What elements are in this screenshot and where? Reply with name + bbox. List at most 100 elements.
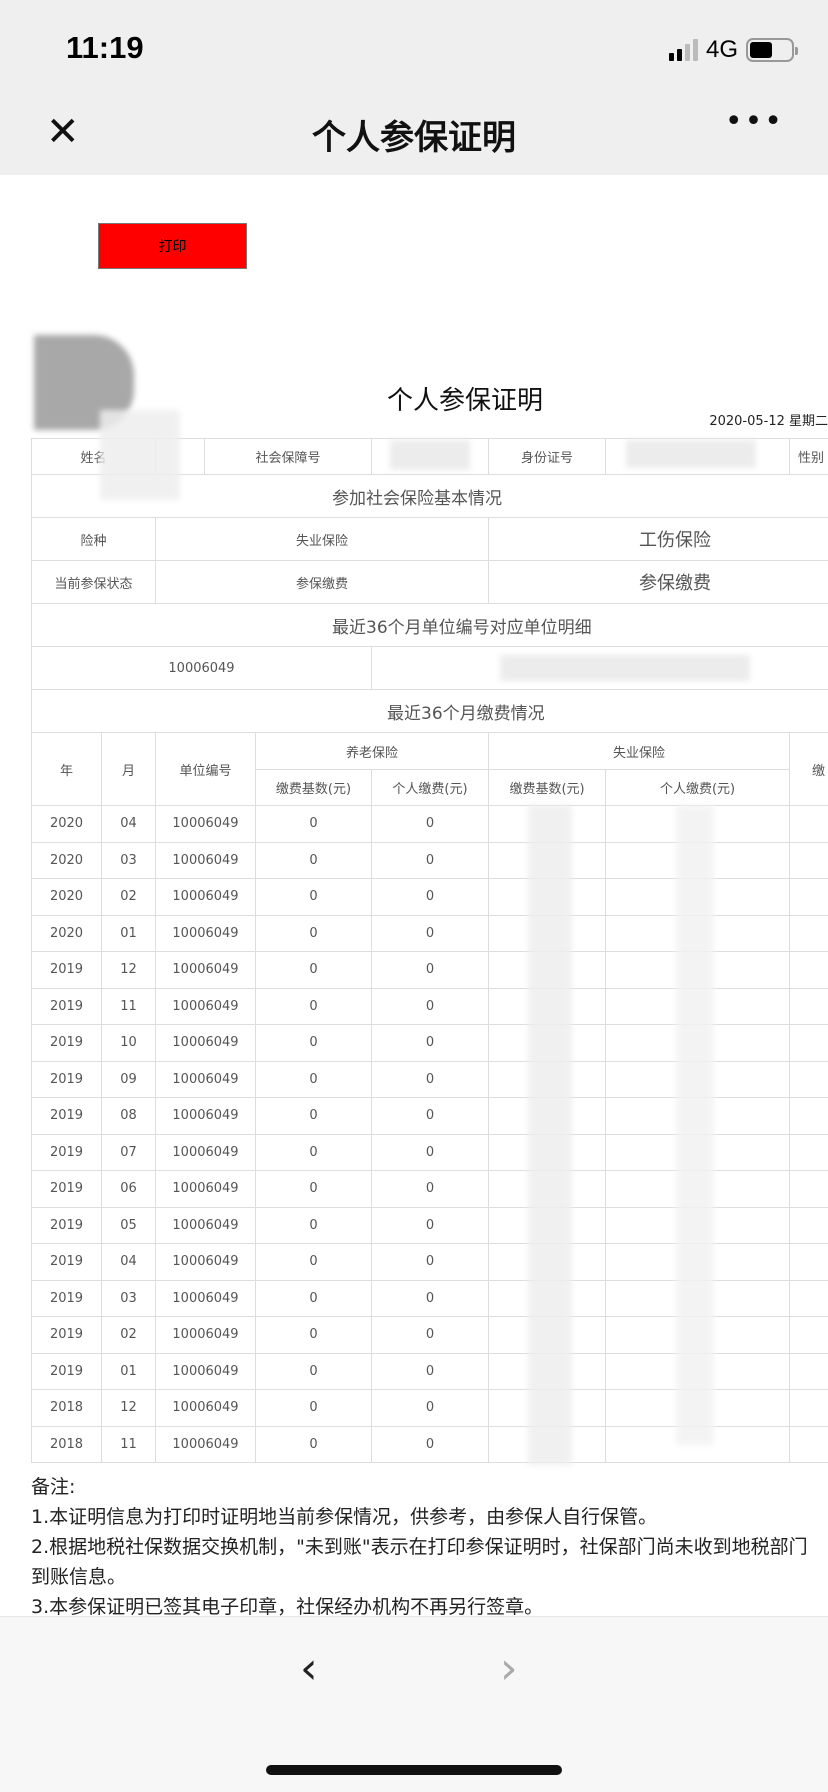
- status-icons: 4G: [668, 36, 798, 64]
- month-cell: 03: [101, 841, 156, 879]
- year-cell: 2020: [31, 805, 102, 843]
- unit-section-heading: 最近36个月单位编号对应单位明细: [31, 603, 828, 647]
- unit-no-cell: 10006049: [155, 914, 256, 952]
- pension-personal-cell: 0: [370, 841, 490, 879]
- payment-status-cell: [789, 1024, 828, 1062]
- pension-personal-cell: 0: [370, 987, 490, 1025]
- pension-personal-cell: 0: [370, 951, 490, 989]
- pension-personal-header: 个人缴费(元): [370, 769, 490, 806]
- pension-personal-cell: 0: [370, 914, 490, 952]
- month-cell: 08: [101, 1097, 156, 1135]
- payment-status-cell: [789, 1316, 828, 1354]
- insurance-type: 失业保险: [155, 517, 489, 561]
- payment-status-cell: [789, 805, 828, 843]
- unit-no-cell: 10006049: [155, 987, 256, 1025]
- unit-no-cell: 10006049: [155, 805, 256, 843]
- redacted-id-no: [626, 440, 756, 468]
- status-time: 11:19: [66, 30, 144, 65]
- more-icon[interactable]: •••: [725, 104, 784, 139]
- unemployment-header: 失业保险: [488, 732, 791, 770]
- back-chevron-icon[interactable]: ‹: [300, 1647, 318, 1691]
- payment-status-cell: [789, 987, 828, 1025]
- pension-personal-cell: 0: [370, 1243, 490, 1281]
- month-cell: 02: [101, 878, 156, 916]
- pension-header: 养老保险: [254, 732, 490, 770]
- status-value: 参保缴费: [488, 560, 828, 604]
- unit-no-cell: 10006049: [155, 878, 256, 916]
- pension-base-cell: 0: [255, 1279, 372, 1317]
- unit-no-cell: 10006049: [155, 1316, 256, 1354]
- payment-status-cell: [789, 1060, 828, 1098]
- month-header: 月: [101, 732, 156, 806]
- year-cell: 2019: [31, 987, 102, 1025]
- month-cell: 02: [101, 1316, 156, 1354]
- year-cell: 2019: [31, 1170, 102, 1208]
- year-header: 年: [31, 732, 102, 806]
- pension-base-cell: 0: [255, 1097, 372, 1135]
- pension-base-cell: 0: [255, 1024, 372, 1062]
- year-cell: 2019: [31, 1024, 102, 1062]
- pension-base-cell: 0: [255, 1060, 372, 1098]
- month-cell: 12: [101, 1389, 156, 1427]
- battery-icon: [746, 38, 798, 62]
- redacted-unemployment-base: [528, 805, 572, 1465]
- home-indicator: [266, 1765, 562, 1775]
- unit-no-cell: 10006049: [155, 1170, 256, 1208]
- unit-no-cell: 10006049: [155, 1279, 256, 1317]
- pension-base-cell: 0: [255, 1133, 372, 1171]
- month-cell: 04: [101, 1243, 156, 1281]
- payment-status-cell: [789, 914, 828, 952]
- year-cell: 2019: [31, 1279, 102, 1317]
- pension-base-cell: 0: [255, 878, 372, 916]
- note-2: 2.根据地税社保数据交换机制，"未到账"表示在打印参保证明时，社保部门尚未收到地…: [31, 1536, 808, 1558]
- unit-no-cell: 10006049: [155, 1389, 256, 1427]
- signal-icon: [668, 39, 698, 61]
- year-cell: 2019: [31, 951, 102, 989]
- payment-status-cell: [789, 1243, 828, 1281]
- pension-base-cell: 0: [255, 1389, 372, 1427]
- year-cell: 2020: [31, 914, 102, 952]
- unit-no: 10006049: [31, 646, 372, 690]
- network-type: 4G: [705, 36, 738, 63]
- pension-personal-cell: 0: [370, 1425, 490, 1463]
- year-cell: 2019: [31, 1352, 102, 1390]
- status-label: 当前参保状态: [31, 560, 156, 604]
- pension-personal-cell: 0: [370, 1316, 490, 1354]
- unemployment-personal-header: 个人缴费(元): [605, 769, 791, 806]
- unit-no-cell: 10006049: [155, 1060, 256, 1098]
- year-cell: 2018: [31, 1389, 102, 1427]
- pension-base-cell: 0: [255, 951, 372, 989]
- print-button[interactable]: 打印: [98, 223, 247, 269]
- year-cell: 2019: [31, 1206, 102, 1244]
- pension-base-cell: 0: [255, 1316, 372, 1354]
- month-cell: 06: [101, 1170, 156, 1208]
- month-cell: 03: [101, 1279, 156, 1317]
- month-cell: 05: [101, 1206, 156, 1244]
- payment-status-cell: [789, 1133, 828, 1171]
- pension-base-cell: 0: [255, 1425, 372, 1463]
- pension-personal-cell: 0: [370, 1206, 490, 1244]
- redacted-unemployment-personal: [676, 805, 714, 1445]
- payment-status-cell: [789, 1425, 828, 1463]
- basic-table: 险种 失业保险 工伤保险 当前参保状态 参保缴费 参保缴费 最近36个月单位编号…: [31, 517, 828, 647]
- month-cell: 09: [101, 1060, 156, 1098]
- year-cell: 2019: [31, 1243, 102, 1281]
- unit-no-cell: 10006049: [155, 1206, 256, 1244]
- pension-base-cell: 0: [255, 914, 372, 952]
- gender-label: 性别: [789, 438, 828, 475]
- year-cell: 2020: [31, 841, 102, 879]
- insurance-type: 工伤保险: [488, 517, 828, 561]
- payment-status-cell: [789, 841, 828, 879]
- payment-status-cell: [789, 1097, 828, 1135]
- pension-base-cell: 0: [255, 987, 372, 1025]
- pension-personal-cell: 0: [370, 1279, 490, 1317]
- redacted-name: [100, 410, 180, 500]
- year-cell: 2019: [31, 1133, 102, 1171]
- payment-status-cell: [789, 951, 828, 989]
- month-cell: 11: [101, 987, 156, 1025]
- insurance-type-label: 险种: [31, 517, 156, 561]
- payment-status-cell: [789, 1389, 828, 1427]
- unit-no-cell: 10006049: [155, 951, 256, 989]
- unit-no-header: 单位编号: [155, 732, 256, 806]
- forward-chevron-icon[interactable]: ›: [500, 1647, 518, 1691]
